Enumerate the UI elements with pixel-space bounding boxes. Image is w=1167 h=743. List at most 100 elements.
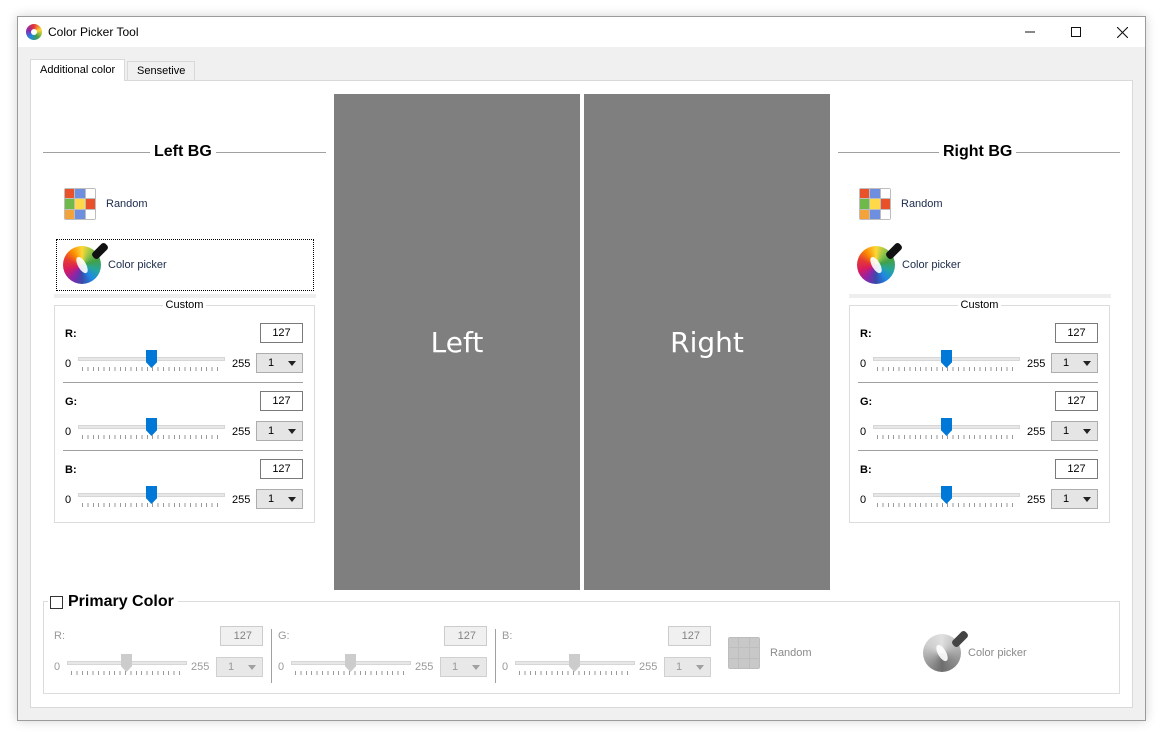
primary-divider bbox=[271, 629, 272, 683]
right-channel-label: R: bbox=[860, 328, 872, 340]
left-channel-value-input[interactable]: 127 bbox=[260, 391, 303, 411]
right-slider-max: 255 bbox=[1027, 358, 1046, 370]
left-preview-label: Left bbox=[430, 325, 484, 359]
primary-channel-value-input[interactable]: 127 bbox=[444, 626, 487, 646]
channel-divider bbox=[858, 382, 1098, 383]
primary-channel-value-input[interactable]: 127 bbox=[220, 626, 263, 646]
chevron-down-icon bbox=[288, 361, 296, 366]
right-random-button[interactable]: Random bbox=[859, 187, 999, 221]
right-bg-title: Right BG bbox=[939, 143, 1017, 161]
slider-thumb[interactable] bbox=[345, 654, 356, 672]
slider-thumb[interactable] bbox=[941, 350, 952, 368]
right-step-select[interactable]: 1 bbox=[1051, 489, 1098, 509]
left-slider-max: 255 bbox=[232, 494, 251, 506]
left-channel-slider[interactable] bbox=[78, 350, 225, 373]
primary-channel-slider[interactable] bbox=[291, 654, 411, 677]
primary-step-select[interactable]: 1 bbox=[664, 657, 711, 677]
right-color-picker-button[interactable]: Color picker bbox=[851, 239, 1109, 291]
right-preview-label: Right bbox=[670, 325, 744, 359]
app-window: Color Picker Tool Additional color Sense… bbox=[17, 16, 1146, 721]
chevron-down-icon bbox=[288, 497, 296, 502]
channel-divider bbox=[858, 450, 1098, 451]
primary-channel-value-input[interactable]: 127 bbox=[668, 626, 711, 646]
left-slider-max: 255 bbox=[232, 426, 251, 438]
left-step-select[interactable]: 1 bbox=[256, 489, 303, 509]
left-slider-min: 0 bbox=[65, 358, 72, 370]
step-value: 1 bbox=[1063, 425, 1070, 437]
color-wheel-app-icon bbox=[26, 24, 42, 40]
maximize-icon bbox=[1071, 27, 1081, 37]
window-title: Color Picker Tool bbox=[48, 25, 139, 39]
primary-random-button[interactable]: Random bbox=[728, 636, 848, 670]
primary-color-checkbox[interactable] bbox=[50, 595, 63, 609]
left-color-picker-button[interactable]: Color picker bbox=[56, 239, 314, 291]
left-step-select[interactable]: 1 bbox=[256, 421, 303, 441]
primary-slider-max: 255 bbox=[415, 661, 434, 673]
primary-picker-label: Color picker bbox=[968, 647, 1027, 659]
maximize-button[interactable] bbox=[1053, 17, 1099, 47]
primary-slider-min: 0 bbox=[502, 661, 509, 673]
right-step-select[interactable]: 1 bbox=[1051, 421, 1098, 441]
chevron-down-icon bbox=[472, 665, 480, 670]
step-value: 1 bbox=[268, 357, 275, 369]
slider-thumb[interactable] bbox=[941, 418, 952, 436]
tab-sensetive[interactable]: Sensetive bbox=[127, 61, 196, 80]
slider-thumb[interactable] bbox=[941, 486, 952, 504]
left-random-button[interactable]: Random bbox=[64, 187, 204, 221]
right-channel-value-input[interactable]: 127 bbox=[1055, 323, 1098, 343]
primary-step-select[interactable]: 1 bbox=[216, 657, 263, 677]
primary-channel-slider[interactable] bbox=[515, 654, 635, 677]
right-channel-value-input[interactable]: 127 bbox=[1055, 459, 1098, 479]
channel-divider bbox=[63, 382, 303, 383]
right-channel-label: G: bbox=[860, 396, 873, 408]
random-grid-icon bbox=[859, 188, 891, 220]
title-bar: Color Picker Tool bbox=[18, 17, 1145, 47]
right-random-label: Random bbox=[901, 198, 943, 210]
color-wheel-icon bbox=[63, 241, 110, 284]
chevron-down-icon bbox=[1083, 429, 1091, 434]
left-custom-group: Custom R: 127 0 255 1 G: 127 0 255 1 B: … bbox=[54, 299, 315, 523]
step-value: 1 bbox=[676, 661, 683, 673]
step-value: 1 bbox=[452, 661, 459, 673]
right-separator bbox=[849, 294, 1111, 298]
left-step-select[interactable]: 1 bbox=[256, 353, 303, 373]
left-channel-slider[interactable] bbox=[78, 486, 225, 509]
left-channel-value-input[interactable]: 127 bbox=[260, 459, 303, 479]
slider-thumb[interactable] bbox=[146, 350, 157, 368]
slider-thumb[interactable] bbox=[569, 654, 580, 672]
left-channel-value-input[interactable]: 127 bbox=[260, 323, 303, 343]
left-channel-slider[interactable] bbox=[78, 418, 225, 441]
right-channel-slider[interactable] bbox=[873, 486, 1020, 509]
right-channel-value-input[interactable]: 127 bbox=[1055, 391, 1098, 411]
primary-divider bbox=[495, 629, 496, 683]
left-separator bbox=[54, 294, 316, 298]
right-channel-slider[interactable] bbox=[873, 418, 1020, 441]
right-step-select[interactable]: 1 bbox=[1051, 353, 1098, 373]
slider-thumb[interactable] bbox=[146, 486, 157, 504]
slider-thumb[interactable] bbox=[146, 418, 157, 436]
right-slider-min: 0 bbox=[860, 358, 867, 370]
right-channel-slider[interactable] bbox=[873, 350, 1020, 373]
step-value: 1 bbox=[268, 493, 275, 505]
color-wheel-icon bbox=[923, 629, 970, 672]
primary-color-picker-button[interactable]: Color picker bbox=[923, 629, 1063, 673]
primary-random-label: Random bbox=[770, 647, 812, 659]
primary-step-select[interactable]: 1 bbox=[440, 657, 487, 677]
tab-additional-color[interactable]: Additional color bbox=[30, 59, 126, 81]
step-value: 1 bbox=[1063, 357, 1070, 369]
primary-color-title[interactable]: Primary Color bbox=[68, 593, 174, 611]
primary-slider-max: 255 bbox=[191, 661, 210, 673]
chevron-down-icon bbox=[248, 665, 256, 670]
primary-channel-slider[interactable] bbox=[67, 654, 187, 677]
minimize-button[interactable] bbox=[1007, 17, 1053, 47]
right-preview-panel: Right bbox=[584, 94, 830, 590]
left-random-label: Random bbox=[106, 198, 148, 210]
left-slider-max: 255 bbox=[232, 358, 251, 370]
slider-thumb[interactable] bbox=[121, 654, 132, 672]
right-custom-group: Custom R: 127 0 255 1 G: 127 0 255 1 B: … bbox=[849, 299, 1110, 523]
close-icon bbox=[1116, 26, 1128, 38]
random-grid-icon bbox=[64, 188, 96, 220]
left-slider-min: 0 bbox=[65, 426, 72, 438]
left-channel-label: R: bbox=[65, 328, 77, 340]
close-button[interactable] bbox=[1099, 17, 1145, 47]
